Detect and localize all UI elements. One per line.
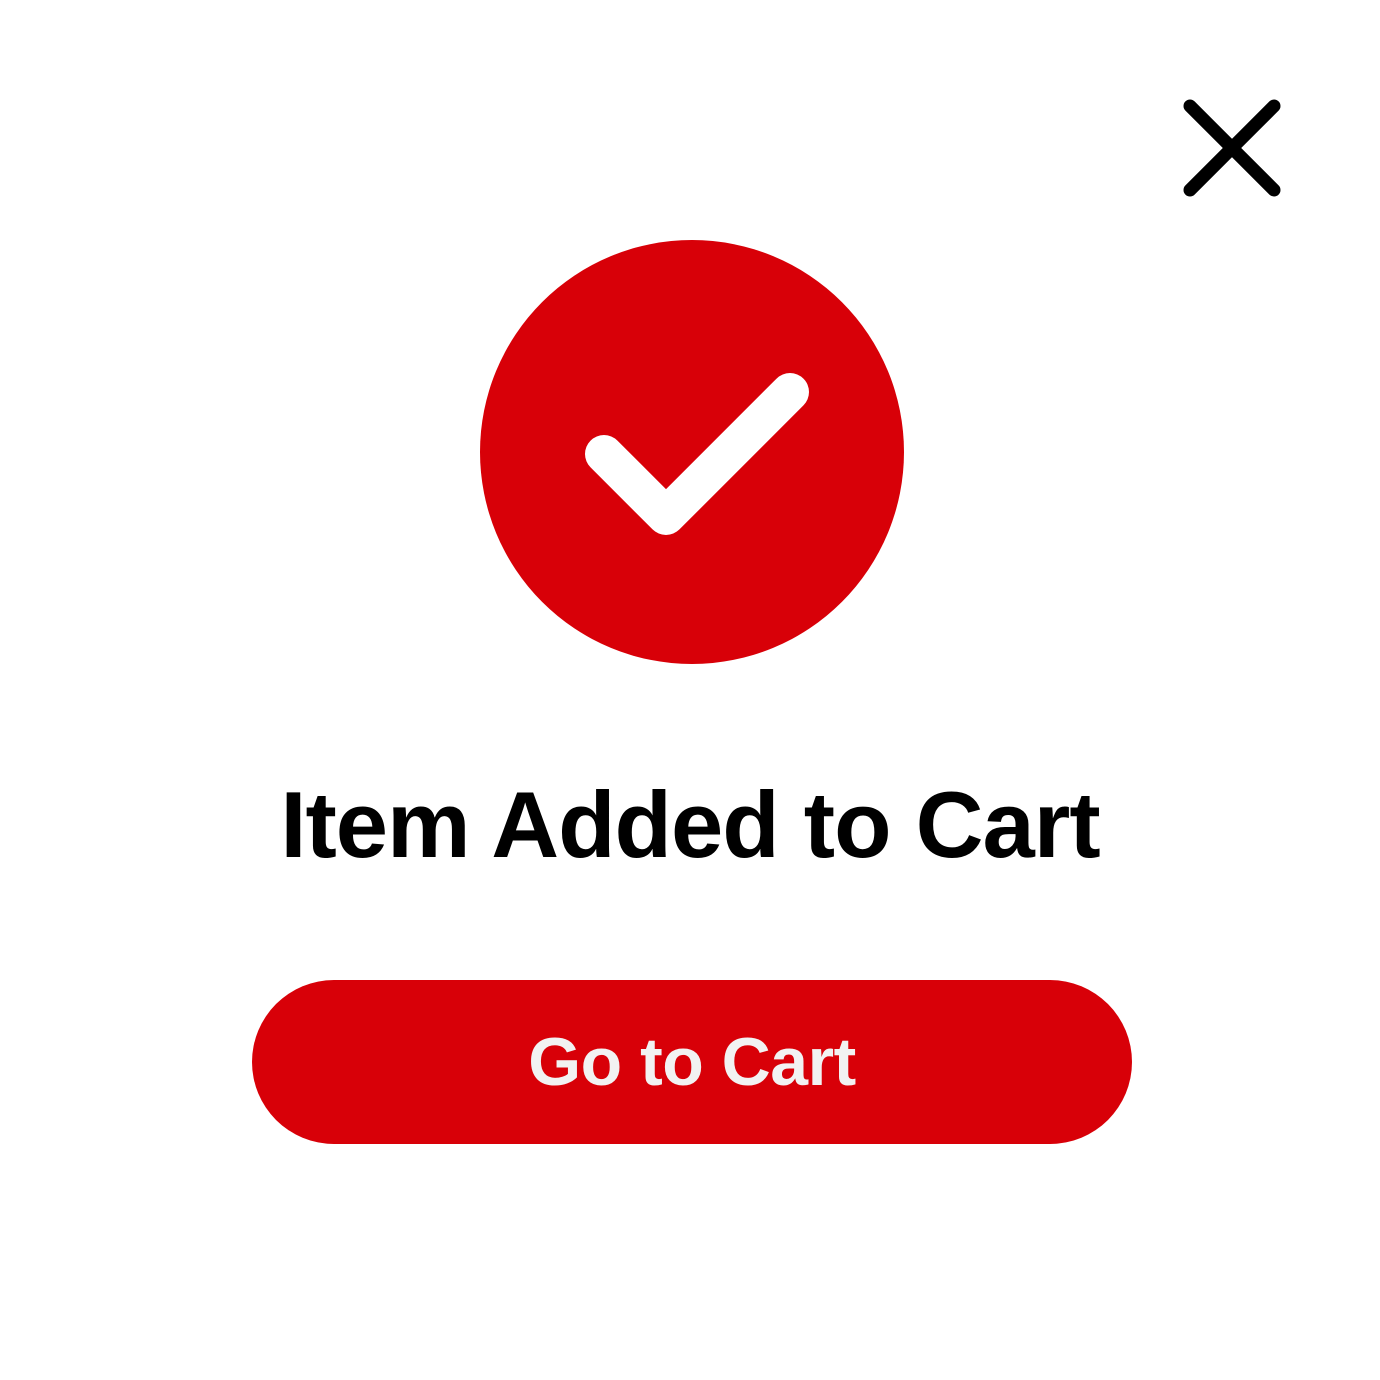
close-icon bbox=[1183, 99, 1281, 197]
dialog-title: Item Added to Cart bbox=[280, 772, 1100, 877]
success-badge bbox=[480, 240, 904, 664]
checkmark-circle-icon bbox=[480, 240, 904, 664]
added-to-cart-dialog: Item Added to Cart Go to Cart bbox=[0, 0, 1380, 1380]
go-to-cart-button[interactable]: Go to Cart bbox=[252, 980, 1132, 1144]
badge-circle bbox=[480, 240, 904, 664]
go-to-cart-label: Go to Cart bbox=[528, 1024, 856, 1100]
close-button[interactable] bbox=[1172, 88, 1292, 208]
